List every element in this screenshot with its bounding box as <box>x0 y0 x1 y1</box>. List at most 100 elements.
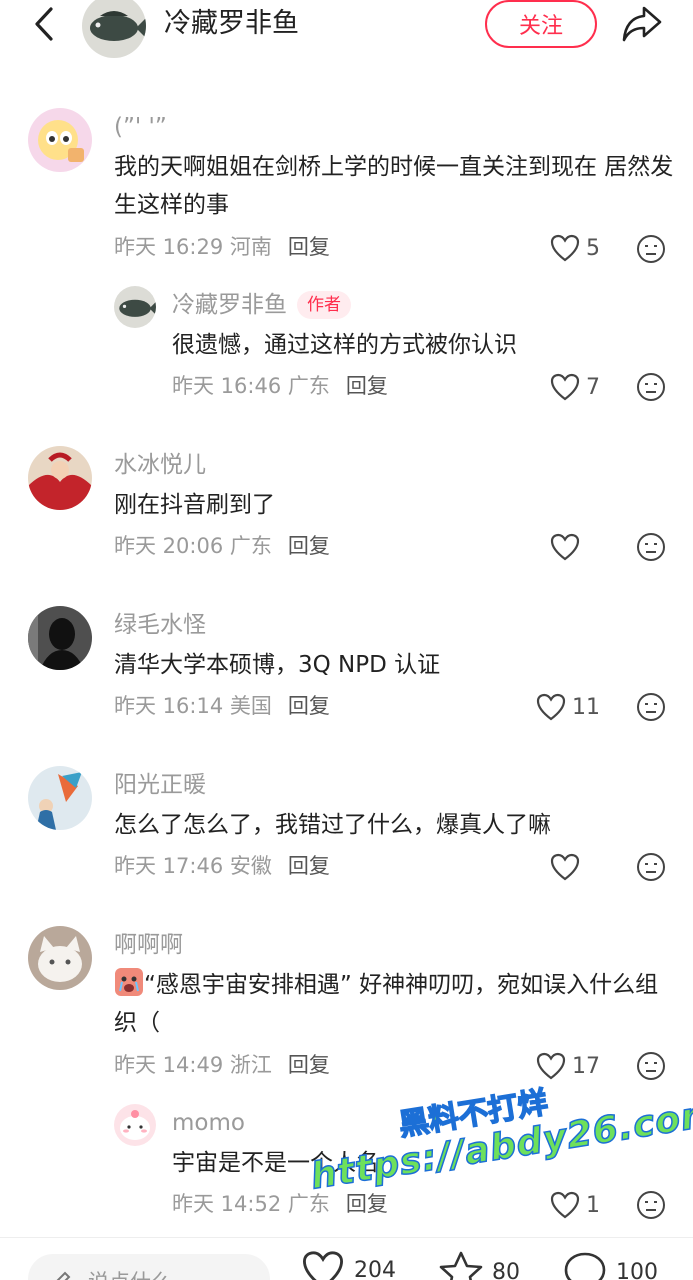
avatar[interactable] <box>28 926 92 990</box>
cat-avatar-icon <box>28 926 92 990</box>
star-icon <box>439 1251 483 1280</box>
comment-text: “感恩宇宙安排相遇” 好神神叨叨，宛如误入什么组织（ <box>114 966 662 1042</box>
heart-icon <box>550 853 580 881</box>
comment-username[interactable]: (”' '” <box>114 112 167 142</box>
post-like-count: 204 <box>354 1257 396 1280</box>
bottom-bar: 说点什么 204 80 100 <box>0 1237 693 1280</box>
collect-button[interactable]: 80 <box>438 1250 520 1280</box>
avatar[interactable] <box>28 766 92 830</box>
chevron-left-icon <box>35 7 53 41</box>
username-text[interactable]: 冷藏罗非鱼 <box>172 292 287 318</box>
dislike-button[interactable] <box>636 1190 666 1220</box>
pencil-icon <box>56 1271 71 1280</box>
like-post-button[interactable]: 204 <box>300 1250 396 1280</box>
comment-username[interactable]: momo <box>172 1108 245 1138</box>
dislike-button[interactable] <box>636 692 666 722</box>
reply-button[interactable]: 回复 <box>346 374 388 398</box>
like-count: 11 <box>572 694 600 720</box>
fish-icon <box>114 286 156 328</box>
comment-time: 昨天 20:06 广东 <box>114 534 272 558</box>
page-title: 冷藏罗非鱼 <box>164 8 299 39</box>
comment-meta: 昨天 17:46 安徽 回复 <box>114 851 330 881</box>
top-bar: 冷藏罗非鱼 关注 <box>0 0 693 70</box>
dislike-button[interactable] <box>636 852 666 882</box>
dislike-button[interactable] <box>636 372 666 402</box>
comment-text: 我的天啊姐姐在剑桥上学的时候一直关注到现在 居然发生这样的事 <box>114 154 674 218</box>
like-button[interactable] <box>550 850 586 884</box>
comment-input-placeholder: 说点什么 <box>88 1266 172 1280</box>
like-count: 1 <box>586 1192 600 1218</box>
like-button[interactable]: 17 <box>536 1049 600 1083</box>
heart-icon <box>302 1251 344 1280</box>
dislike-face-icon <box>637 235 665 263</box>
reply-button[interactable]: 回复 <box>288 235 330 259</box>
comment-text-content: “感恩宇宙安排相遇” 好神神叨叨，宛如误入什么组织（ <box>114 972 659 1036</box>
comment-text: 清华大学本硕博，3Q NPD 认证 <box>114 652 441 678</box>
avatar[interactable] <box>114 286 156 328</box>
silhouette-avatar-icon <box>28 606 92 670</box>
like-button[interactable] <box>550 530 586 564</box>
follow-button[interactable]: 关注 <box>485 0 597 48</box>
fish-icon <box>82 0 146 58</box>
share-icon <box>622 6 662 42</box>
reply-button[interactable]: 回复 <box>288 534 330 558</box>
author-badge: 作者 <box>297 291 351 319</box>
heart-icon <box>550 234 580 262</box>
dislike-button[interactable] <box>636 532 666 562</box>
back-button[interactable] <box>26 6 62 42</box>
comment-meta: 昨天 16:46 广东 回复 <box>172 371 388 401</box>
comments-button[interactable]: 100 <box>562 1250 658 1280</box>
comment-text: 刚在抖音刷到了 <box>114 492 275 518</box>
author-avatar[interactable] <box>82 0 146 58</box>
comment-time: 昨天 14:52 广东 <box>172 1192 330 1216</box>
heart-icon <box>536 1052 566 1080</box>
avatar[interactable] <box>28 108 92 172</box>
comment-time: 昨天 16:29 河南 <box>114 235 272 259</box>
comment-time: 昨天 16:46 广东 <box>172 374 330 398</box>
avatar[interactable] <box>28 446 92 510</box>
heart-icon <box>550 373 580 401</box>
reply-button[interactable]: 回复 <box>288 854 330 878</box>
comment-username[interactable]: 绿毛水怪 <box>114 610 206 640</box>
comment-time: 昨天 17:46 安徽 <box>114 854 272 878</box>
cute-face-avatar-icon <box>114 1104 156 1146</box>
reply-button[interactable]: 回复 <box>288 694 330 718</box>
like-button[interactable]: 5 <box>550 231 600 265</box>
watermark-line1: 黑料不打烊 <box>396 1084 551 1144</box>
comment-time: 昨天 14:49 浙江 <box>114 1053 272 1077</box>
crying-emoji-icon <box>115 968 143 996</box>
dislike-face-icon <box>637 853 665 881</box>
like-count: 5 <box>586 235 600 261</box>
heart-icon <box>550 1191 580 1219</box>
cartoon-girl-icon <box>28 108 92 172</box>
comment-meta: 昨天 20:06 广东 回复 <box>114 531 330 561</box>
comment-username[interactable]: 水冰悦儿 <box>114 450 206 480</box>
dislike-face-icon <box>637 693 665 721</box>
like-count: 7 <box>586 374 600 400</box>
like-button[interactable]: 7 <box>550 370 600 404</box>
comment-bubble-icon <box>564 1252 606 1280</box>
like-button[interactable]: 1 <box>550 1188 600 1222</box>
dislike-button[interactable] <box>636 1051 666 1081</box>
comment-meta: 昨天 14:49 浙江 回复 <box>114 1050 330 1080</box>
comment-text: 怎么了怎么了，我错过了什么，爆真人了嘛 <box>114 812 551 838</box>
avatar[interactable] <box>114 1104 156 1146</box>
reply-button[interactable]: 回复 <box>288 1053 330 1077</box>
dislike-face-icon <box>637 1052 665 1080</box>
comment-input[interactable]: 说点什么 <box>28 1254 270 1280</box>
dislike-face-icon <box>637 533 665 561</box>
dislike-button[interactable] <box>636 234 666 264</box>
comment-username[interactable]: 啊啊啊 <box>114 930 183 960</box>
avatar[interactable] <box>28 606 92 670</box>
comment-meta: 昨天 16:14 美国 回复 <box>114 691 330 721</box>
heart-icon <box>536 693 566 721</box>
like-button[interactable]: 11 <box>536 690 600 724</box>
reply-username: 冷藏罗非鱼 作者 <box>172 290 351 320</box>
comment-meta: 昨天 16:29 河南 回复 <box>114 232 330 262</box>
dislike-face-icon <box>637 373 665 401</box>
reply-button[interactable]: 回复 <box>346 1192 388 1216</box>
post-comment-count: 100 <box>616 1259 658 1280</box>
share-button[interactable] <box>620 4 664 44</box>
painting-avatar-icon <box>28 446 92 510</box>
comment-username[interactable]: 阳光正暖 <box>114 770 206 800</box>
